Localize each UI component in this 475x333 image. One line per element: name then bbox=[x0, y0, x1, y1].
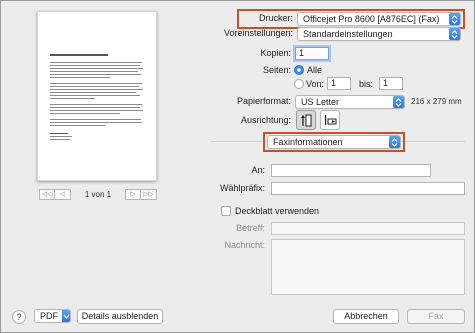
paper-dimensions: 216 x 279 mm bbox=[411, 97, 462, 106]
pdf-menu-button[interactable]: PDF bbox=[34, 309, 71, 323]
pages-label: Seiten: bbox=[262, 65, 291, 75]
chevron-up-down-icon bbox=[393, 96, 404, 108]
pages-from-label: Von: bbox=[306, 79, 325, 89]
fax-to-label: An: bbox=[251, 165, 265, 175]
chevron-up-down-icon bbox=[449, 13, 460, 25]
printer-value: Officejet Pro 8600 [A876EC] (Fax) bbox=[303, 14, 440, 24]
pages-to-field[interactable]: 1 bbox=[379, 77, 403, 90]
printer-select[interactable]: Officejet Pro 8600 [A876EC] (Fax) bbox=[297, 12, 461, 26]
landscape-orientation-icon bbox=[325, 115, 337, 125]
chevron-up-down-icon bbox=[389, 136, 400, 148]
orientation-label: Ausrichtung: bbox=[240, 115, 291, 125]
message-field[interactable] bbox=[271, 239, 465, 295]
preview-pager: ◁◁ ◁ 1 von 1 ▷ ▷▷ bbox=[39, 188, 157, 201]
pages-all-radio[interactable] bbox=[294, 65, 304, 75]
first-page-button[interactable]: ◁◁ bbox=[39, 189, 55, 200]
help-button[interactable]: ? bbox=[12, 310, 26, 324]
cover-page-checkbox[interactable] bbox=[221, 206, 231, 216]
subject-label: Betreff: bbox=[236, 223, 265, 233]
page-counter: 1 von 1 bbox=[84, 190, 112, 199]
page-preview bbox=[37, 11, 157, 181]
printer-label: Drucker: bbox=[258, 13, 293, 23]
landscape-orientation-button[interactable] bbox=[320, 110, 340, 130]
section-menu-value: Faxinformationen bbox=[273, 137, 343, 147]
pages-all-label: Alle bbox=[307, 65, 323, 75]
presets-select[interactable]: Standardeinstellungen bbox=[297, 27, 461, 41]
pages-from-field[interactable]: 1 bbox=[327, 77, 351, 90]
paper-size-select[interactable]: US Letter bbox=[295, 95, 405, 109]
portrait-orientation-icon bbox=[301, 114, 312, 127]
portrait-orientation-button[interactable] bbox=[296, 110, 316, 130]
next-page-button[interactable]: ▷ bbox=[125, 189, 141, 200]
section-menu-select[interactable]: Faxinformationen bbox=[267, 135, 401, 149]
copies-label: Kopien: bbox=[260, 48, 291, 58]
dial-prefix-label: Wählpräfix: bbox=[219, 183, 265, 193]
pdf-label: PDF bbox=[40, 311, 58, 321]
paper-size-value: US Letter bbox=[301, 97, 340, 107]
hide-details-button[interactable]: Details ausblenden bbox=[77, 309, 163, 324]
paper-size-label: Papierformat: bbox=[236, 96, 291, 106]
cancel-button[interactable]: Abbrechen bbox=[333, 309, 399, 324]
fax-to-field[interactable] bbox=[271, 164, 431, 177]
dial-prefix-field[interactable] bbox=[271, 182, 465, 195]
pages-to-label: bis: bbox=[359, 79, 374, 89]
chevron-up-down-icon bbox=[449, 28, 460, 40]
copies-field[interactable]: 1 bbox=[295, 47, 329, 60]
cover-page-label: Deckblatt verwenden bbox=[235, 206, 320, 216]
chevron-down-icon bbox=[62, 310, 70, 322]
presets-label: Voreinstellungen: bbox=[223, 28, 293, 38]
presets-value: Standardeinstellungen bbox=[303, 29, 393, 39]
fax-button[interactable]: Fax bbox=[407, 309, 465, 324]
print-dialog: ◁◁ ◁ 1 von 1 ▷ ▷▷ Drucker: Officejet Pro… bbox=[0, 0, 475, 333]
message-label: Nachricht: bbox=[224, 240, 265, 250]
last-page-button[interactable]: ▷▷ bbox=[141, 189, 157, 200]
subject-field[interactable] bbox=[271, 222, 465, 235]
pages-range-radio[interactable] bbox=[294, 79, 304, 89]
previous-page-button[interactable]: ◁ bbox=[55, 189, 71, 200]
